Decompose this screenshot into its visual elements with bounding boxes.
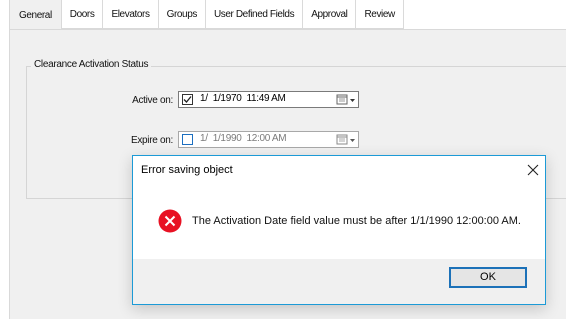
tab-general[interactable]: General bbox=[9, 0, 62, 30]
ok-button[interactable]: OK bbox=[449, 267, 527, 288]
active-on-calendar-dropdown[interactable] bbox=[336, 94, 358, 106]
checkmark-icon bbox=[183, 96, 192, 103]
tab-groups[interactable]: Groups bbox=[158, 0, 206, 29]
calendar-dropdown-icon bbox=[336, 134, 355, 145]
calendar-dropdown-icon bbox=[336, 94, 355, 105]
error-dialog: Error saving object The Activation Date … bbox=[132, 155, 546, 305]
tab-user-defined-fields[interactable]: User Defined Fields bbox=[205, 0, 304, 29]
expire-on-datepicker[interactable]: 1/ 1/1990 12:00 AM bbox=[178, 131, 359, 148]
expire-on-value: 1/ 1/1990 12:00 AM bbox=[200, 133, 287, 144]
tab-strip: General Doors Elevators Groups User Defi… bbox=[9, 0, 404, 30]
expire-on-calendar-dropdown[interactable] bbox=[336, 134, 358, 146]
close-icon bbox=[527, 164, 539, 176]
dialog-close-button[interactable] bbox=[522, 160, 544, 180]
groupbox-title: Clearance Activation Status bbox=[31, 59, 152, 70]
dialog-title: Error saving object bbox=[141, 164, 233, 176]
tab-doors[interactable]: Doors bbox=[61, 0, 104, 29]
tab-review[interactable]: Review bbox=[356, 0, 404, 29]
application-window: General Doors Elevators Groups User Defi… bbox=[0, 0, 566, 319]
tab-approval[interactable]: Approval bbox=[303, 0, 357, 29]
active-on-checkbox[interactable] bbox=[182, 94, 193, 105]
expire-on-checkbox[interactable] bbox=[182, 134, 193, 145]
dialog-button-bar: OK bbox=[133, 259, 545, 304]
expire-on-label: Expire on: bbox=[130, 135, 173, 146]
active-on-value: 1/ 1/1970 11:49 AM bbox=[200, 93, 286, 104]
dialog-message: The Activation Date field value must be … bbox=[192, 215, 521, 227]
tab-elevators[interactable]: Elevators bbox=[103, 0, 159, 29]
active-on-datepicker[interactable]: 1/ 1/1970 11:49 AM bbox=[178, 91, 359, 108]
active-on-label: Active on: bbox=[132, 95, 173, 106]
error-icon bbox=[158, 209, 182, 233]
